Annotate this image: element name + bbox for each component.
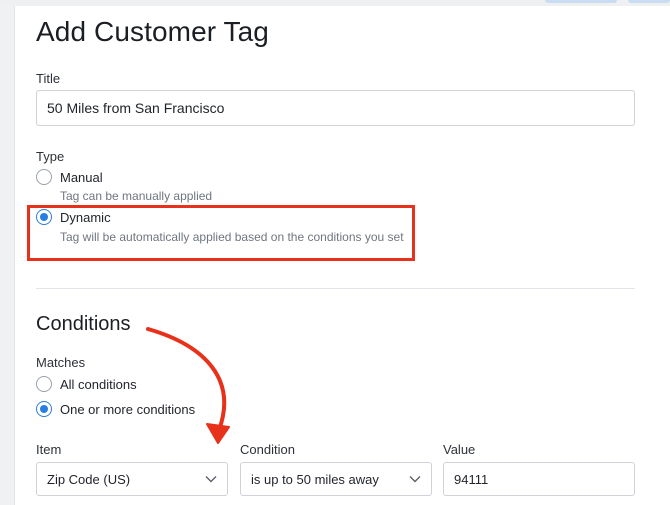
title-input[interactable] — [36, 90, 635, 126]
type-field-label: Type — [36, 149, 65, 164]
dynamic-radio-label: Dynamic — [60, 209, 111, 225]
section-divider — [36, 288, 635, 289]
chevron-down-icon — [409, 476, 421, 483]
toolbar-button-partial[interactable] — [545, 0, 617, 3]
dynamic-hint: Tag will be automatically applied based … — [60, 230, 404, 244]
title-field-label: Title — [36, 71, 61, 86]
all-conditions-radio[interactable] — [36, 376, 52, 392]
condition-column-label: Condition — [240, 442, 295, 457]
match-option-one-or-more[interactable]: One or more conditions — [36, 401, 195, 417]
one-or-more-label: One or more conditions — [60, 401, 196, 417]
value-column-label: Value — [443, 442, 476, 457]
manual-radio-label: Manual — [60, 169, 103, 185]
type-option-manual[interactable]: Manual — [36, 169, 103, 185]
chevron-down-icon — [205, 476, 217, 483]
condition-select[interactable]: is up to 50 miles away — [240, 462, 432, 496]
manual-radio[interactable] — [36, 169, 52, 185]
toolbar-button-partial-2[interactable] — [628, 0, 670, 3]
add-customer-tag-panel: Add Customer Tag Title Type Manual Tag c… — [14, 6, 670, 505]
type-option-dynamic[interactable]: Dynamic — [36, 209, 111, 225]
item-select[interactable]: Zip Code (US) — [36, 462, 228, 496]
item-column-label: Item — [36, 442, 62, 457]
all-conditions-label: All conditions — [60, 376, 137, 392]
dynamic-radio[interactable] — [36, 209, 52, 225]
page-title: Add Customer Tag — [36, 16, 269, 47]
item-select-value: Zip Code (US) — [47, 471, 131, 487]
conditions-section-title: Conditions — [36, 313, 131, 335]
manual-hint: Tag can be manually applied — [60, 189, 213, 203]
match-option-all[interactable]: All conditions — [36, 376, 137, 392]
value-input[interactable] — [443, 462, 635, 496]
annotation-arrow — [146, 327, 230, 444]
matches-label: Matches — [36, 355, 86, 370]
condition-select-value: is up to 50 miles away — [251, 471, 379, 487]
one-or-more-radio[interactable] — [36, 401, 52, 417]
